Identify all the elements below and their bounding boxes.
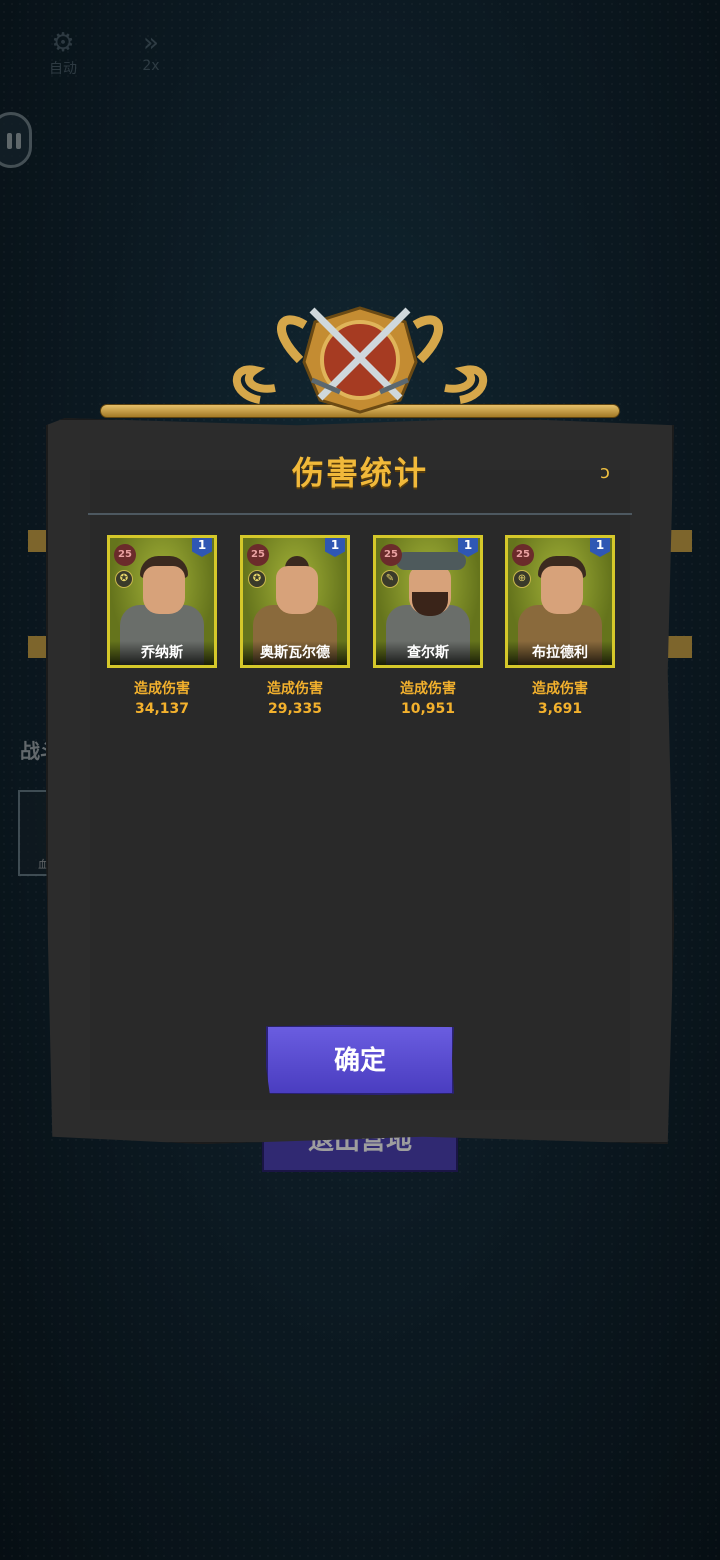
hero-portrait[interactable]: 25 ✎ 1 查尔斯 (373, 535, 483, 668)
hero-portrait[interactable]: 25 ✪ 1 奥斯瓦尔德 (240, 535, 350, 668)
corner-ornament-icon: ↄ (600, 462, 610, 483)
damage-value: 34,137 (134, 701, 190, 717)
skill-icon: ⊕ (513, 570, 531, 588)
hero-name: 查尔斯 (376, 641, 480, 665)
hero-card: 25 ✪ 1 乔纳斯 造成伤害 34,137 (107, 535, 217, 717)
damage-label: 造成伤害 (400, 681, 456, 697)
hero-name: 奥斯瓦尔德 (243, 641, 347, 665)
damage-value: 29,335 (267, 701, 323, 717)
damage-value: 3,691 (537, 701, 583, 717)
level-badge: 25 (512, 544, 534, 566)
hero-card: 25 ⊕ 1 布拉德利 造成伤害 3,691 (505, 535, 615, 717)
damage-value: 10,951 (400, 701, 456, 717)
damage-label: 造成伤害 (134, 681, 190, 697)
level-badge: 25 (247, 544, 269, 566)
level-badge: 25 (114, 544, 136, 566)
skill-icon: ✎ (381, 570, 399, 588)
hero-name: 布拉德利 (508, 641, 612, 665)
hero-name: 乔纳斯 (110, 641, 214, 665)
hero-card: 25 ✪ 1 奥斯瓦尔德 造成伤害 29,335 (240, 535, 350, 717)
damage-label: 造成伤害 (267, 681, 323, 697)
title-divider (88, 513, 632, 515)
hero-card: 25 ✎ 1 查尔斯 造成伤害 10,951 (373, 535, 483, 717)
face (541, 566, 583, 614)
damage-label: 造成伤害 (532, 681, 588, 697)
level-badge: 25 (380, 544, 402, 566)
face (143, 566, 185, 614)
skill-icon: ✪ (115, 570, 133, 588)
skill-icon: ✪ (248, 570, 266, 588)
dialog-title: 伤害统计 (291, 454, 428, 492)
hero-portrait[interactable]: 25 ⊕ 1 布拉德利 (505, 535, 615, 668)
hero-portrait[interactable]: 25 ✪ 1 乔纳斯 (107, 535, 217, 668)
hat (396, 552, 466, 570)
crossed-swords-emblem-icon (232, 306, 488, 414)
confirm-button[interactable]: 确定 (266, 1025, 454, 1095)
face (276, 566, 318, 614)
